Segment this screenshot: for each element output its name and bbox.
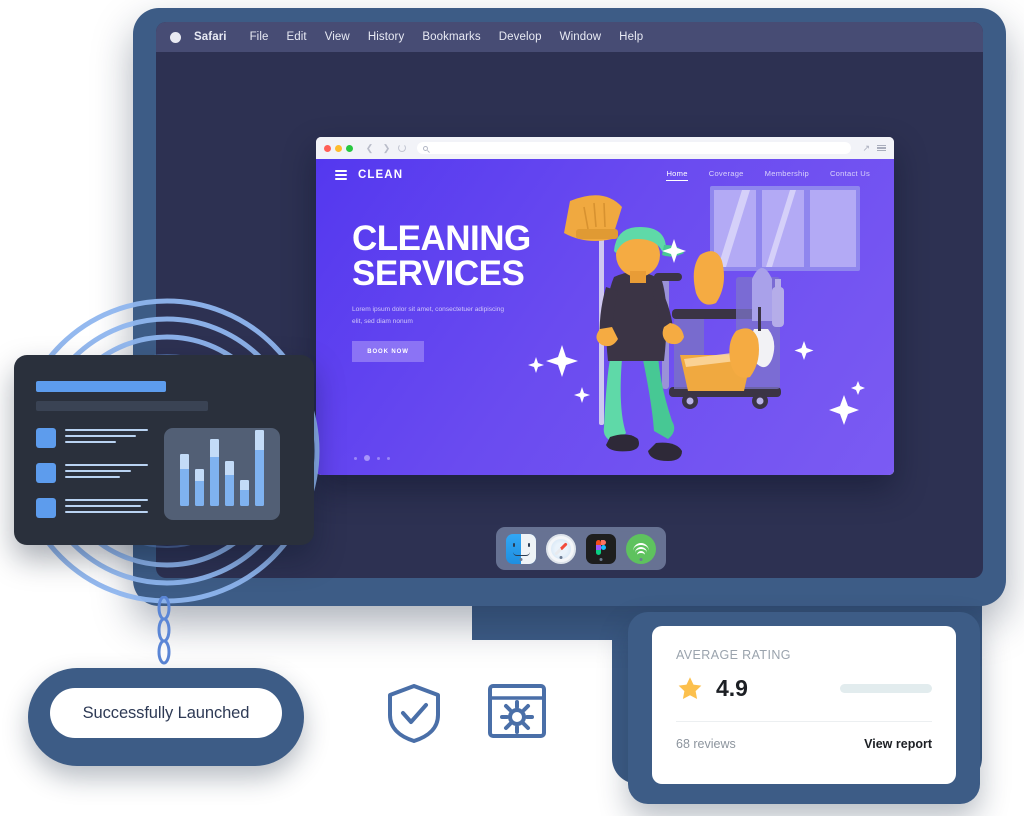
rating-footer: 68 reviews View report [676,737,932,751]
list-item-thumb [36,428,56,448]
site-navbar: CLEAN Home Coverage Membership Contact U… [316,159,894,191]
search-icon [423,145,428,151]
rating-progress-bar [840,684,932,693]
average-rating-card: AVERAGE RATING 4.9 68 reviews View repor… [652,626,956,784]
menu-item-help[interactable]: Help [610,31,652,43]
hamburger-menu-icon[interactable] [335,169,347,181]
list-item[interactable] [36,463,148,483]
mac-dock [496,527,666,570]
feature-icons [385,682,547,744]
carousel-dots[interactable] [354,455,390,461]
rating-card-frame: AVERAGE RATING 4.9 68 reviews View repor… [628,612,980,804]
chevron-left-icon[interactable]: ❮ [364,143,375,153]
spotify-icon[interactable] [626,533,656,564]
chart-bar [225,460,234,506]
browser-toolbar: ❮ ❯ ↗ [316,137,894,159]
card-list [36,428,148,520]
book-now-button[interactable]: BOOK NOW [352,341,424,363]
card-subtitle-placeholder [36,401,208,411]
menu-item-window[interactable]: Window [551,31,611,43]
card-body [36,428,292,520]
nav-link-home[interactable]: Home [666,169,688,181]
nav-link-membership[interactable]: Membership [765,169,809,181]
launched-badge: Successfully Launched [50,688,282,738]
card-title-placeholder [36,381,166,392]
hero-headline-line2: SERVICES [352,254,525,293]
chain-connector-icon [157,596,171,665]
safari-icon[interactable] [546,533,576,564]
list-item[interactable] [36,428,148,448]
figma-icon[interactable] [586,533,616,564]
minimize-icon[interactable] [335,144,342,152]
site-logo: CLEAN [358,169,404,181]
screenshot-root: Safari File Edit View History Bookmarks … [0,0,1024,816]
list-item[interactable] [36,498,148,518]
apple-logo-icon[interactable] [170,31,181,43]
mac-menubar: Safari File Edit View History Bookmarks … [156,22,983,52]
rating-row: 4.9 [676,675,932,702]
reload-icon[interactable] [398,144,406,152]
expand-icon[interactable]: ↗ [862,143,870,154]
rating-label: AVERAGE RATING [676,648,791,662]
menu-item-file[interactable]: File [241,31,278,43]
chevron-right-icon[interactable]: ❯ [381,143,392,153]
chart-bar [195,469,204,506]
carousel-dot-4[interactable] [387,456,390,460]
shield-check-icon [388,684,440,743]
list-item-lines [65,428,148,443]
maximize-icon[interactable] [346,144,353,152]
menu-item-history[interactable]: History [359,31,413,43]
list-item-thumb [36,463,56,483]
menu-item-view[interactable]: View [316,31,359,43]
nav-link-coverage[interactable]: Coverage [709,169,744,181]
launched-badge-text: Successfully Launched [82,703,250,722]
chart-bar [210,438,219,506]
list-item-thumb [36,498,56,518]
close-icon[interactable] [324,144,331,152]
browser-settings-icon [488,684,546,738]
list-item-lines [65,463,148,478]
view-report-link[interactable]: View report [864,737,932,751]
website-hero: CLEAN Home Coverage Membership Contact U… [316,159,894,475]
chart-bar [255,430,264,506]
menu-item-edit[interactable]: Edit [278,31,316,43]
menu-item-bookmarks[interactable]: Bookmarks [413,31,489,43]
analytics-card [14,355,314,545]
nav-link-contact-us[interactable]: Contact Us [830,169,870,181]
carousel-dot-1[interactable] [354,456,357,460]
menu-item-develop[interactable]: Develop [490,31,551,43]
carousel-dot-2[interactable] [364,455,370,461]
menu-item-safari[interactable]: Safari [194,31,241,43]
chart-bar [240,480,249,506]
hero-subtext: Lorem ipsum dolor sit amet, consectetuer… [352,306,505,325]
hero-text-block: CLEANING SERVICES Lorem ipsum dolor sit … [352,219,582,363]
divider [676,721,932,722]
bar-chart [164,428,280,520]
reviews-count: 68 reviews [676,737,736,751]
hamburger-menu-icon[interactable] [877,144,886,152]
site-nav-links: Home Coverage Membership Contact Us [666,169,870,181]
chart-bar [180,454,189,506]
address-bar[interactable] [417,142,852,154]
window-controls[interactable] [324,144,353,152]
launched-badge-frame: Successfully Launched [28,668,304,766]
browser-toolbar-right: ↗ [862,143,886,154]
list-item-lines [65,498,148,513]
star-icon [678,677,702,699]
browser-window: ❮ ❯ ↗ CLEAN Home Coverage Membership Con… [316,137,894,475]
rating-score: 4.9 [716,675,748,701]
carousel-dot-3[interactable] [377,456,380,460]
hero-headline-line1: CLEANING [352,219,531,258]
finder-icon[interactable] [506,533,536,564]
